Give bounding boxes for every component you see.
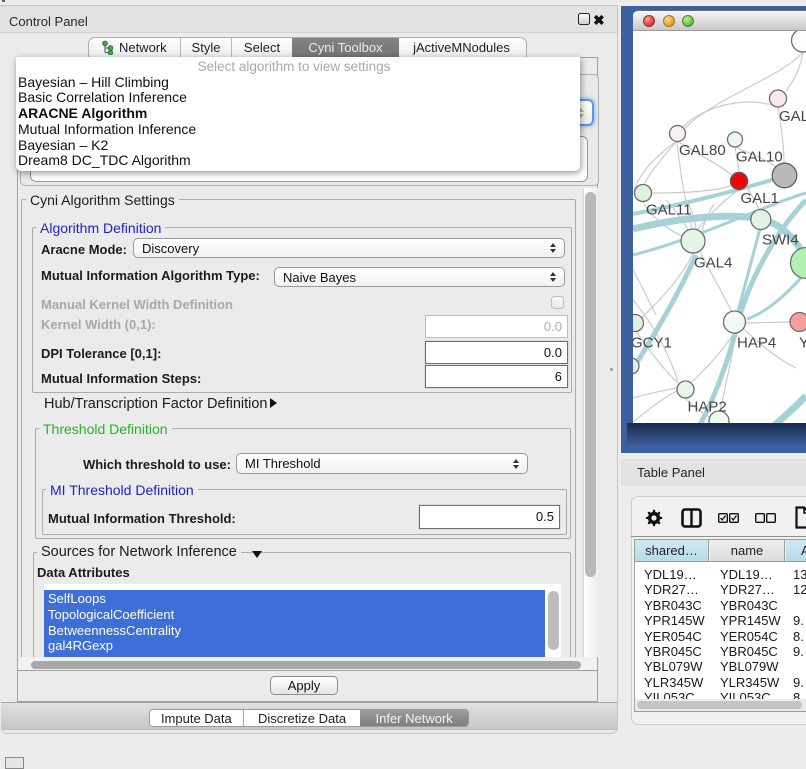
svg-text:GCY1: GCY1 bbox=[633, 335, 672, 352]
svg-text:SWI4: SWI4 bbox=[762, 232, 799, 249]
svg-text:GAL11: GAL11 bbox=[646, 202, 692, 219]
svg-text:GAL1: GAL1 bbox=[741, 190, 779, 207]
svg-text:GAL80: GAL80 bbox=[679, 142, 726, 159]
svg-text:GAL4: GAL4 bbox=[694, 255, 732, 272]
svg-text:HAP4: HAP4 bbox=[737, 335, 776, 352]
svg-text:Y: Y bbox=[799, 335, 806, 352]
svg-text:GAL10: GAL10 bbox=[736, 149, 783, 166]
svg-text:GAL: GAL bbox=[779, 108, 806, 125]
svg-text:HAP2: HAP2 bbox=[688, 399, 727, 416]
